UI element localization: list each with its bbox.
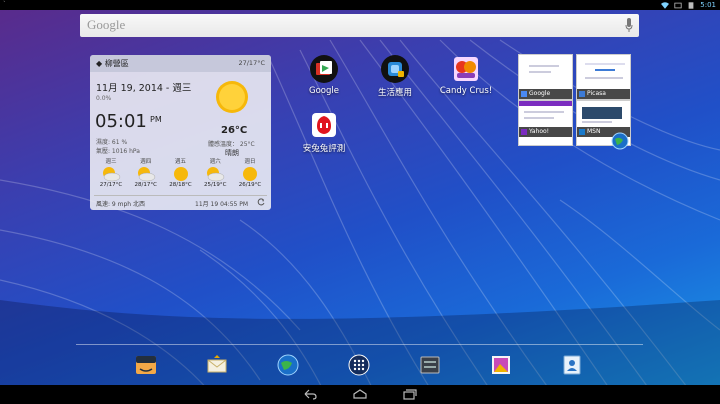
app-label: 安兔兔評測 <box>302 144 346 154</box>
home-icon[interactable] <box>352 389 368 400</box>
sun-icon <box>243 167 257 181</box>
forecast-day: 週五 28/18°C <box>169 159 192 188</box>
navigation-bar <box>0 385 720 404</box>
cloudy-sun-icon <box>207 167 225 182</box>
contacts-icon[interactable] <box>561 354 583 376</box>
bookmark-favicon-icon <box>579 91 585 97</box>
status-indicator: ` <box>3 1 6 8</box>
weather-updated: 11月 19 04:55 PM <box>195 201 249 208</box>
bookmark-title: Google <box>529 90 551 97</box>
battery-icon <box>688 1 694 9</box>
weather-wind: 風速: 9 mph 北西 <box>96 201 146 208</box>
weather-location[interactable]: ◆ 柳營區 <box>96 58 129 69</box>
amazon-icon[interactable] <box>135 354 157 376</box>
bookmark-title: Picasa <box>587 90 606 97</box>
google-folder-icon <box>310 55 338 83</box>
bookmark-thumbnail[interactable]: Picasa <box>576 54 631 100</box>
app-life-apps-folder[interactable]: 生活應用 <box>360 54 430 98</box>
mic-icon[interactable] <box>625 18 633 33</box>
bookmark-favicon-icon <box>521 91 527 97</box>
weather-widget[interactable]: ◆ 柳營區 27/17°C 11月 19, 2014 - 週三 0.0% 05:… <box>90 55 271 210</box>
app-candy-crush[interactable]: Candy Crus! <box>431 54 501 96</box>
weather-humidity: 濕度: 61 % <box>96 139 128 146</box>
weather-ampm: PM <box>150 115 162 124</box>
forecast-day: 週日 26/19°C <box>238 159 262 188</box>
gallery-icon[interactable] <box>490 354 512 376</box>
weather-date: 11月 19, 2014 - 週三 <box>96 83 192 94</box>
settings-icon[interactable] <box>419 354 441 376</box>
bookmark-favicon-icon <box>579 129 585 135</box>
weather-feels-like: 體感溫度： 25°C <box>208 141 255 148</box>
forecast-day: 週六 25/19°C <box>204 159 227 188</box>
cloudy-sun-icon <box>137 167 155 182</box>
dock-divider <box>76 344 643 345</box>
refresh-icon[interactable] <box>257 198 265 206</box>
google-logo: Google <box>87 17 126 32</box>
browser-globe-icon[interactable] <box>277 354 299 376</box>
app-label: Candy Crus! <box>439 86 493 96</box>
browser-globe-icon <box>611 132 629 150</box>
bookmark-thumbnail[interactable]: Google <box>518 54 573 100</box>
antutu-icon <box>312 113 336 137</box>
forecast-day: 週四 28/17°C <box>134 159 157 188</box>
app-antutu[interactable]: 安兔兔評測 <box>289 110 359 154</box>
cloudy-sun-icon <box>103 167 121 182</box>
status-bar: ` 5:01 <box>0 0 720 10</box>
all-apps-icon[interactable] <box>348 354 370 376</box>
screenshot-icon <box>674 2 682 8</box>
sun-icon <box>216 81 248 113</box>
wifi-icon <box>661 1 670 9</box>
weather-rain: 0.0% <box>96 95 112 102</box>
app-label: Google <box>309 86 339 96</box>
google-search-bar[interactable]: Google <box>80 14 639 37</box>
bookmark-title: Yahoo! <box>529 128 550 135</box>
life-apps-folder-icon <box>381 55 409 83</box>
sun-icon <box>173 167 188 181</box>
weather-time: 05:01 <box>95 111 147 132</box>
weather-condition: 晴朗 <box>225 149 239 157</box>
bookmark-title: MSN <box>587 128 601 135</box>
candy-crush-icon <box>454 57 478 81</box>
clock: 5:01 <box>700 1 716 9</box>
back-icon[interactable] <box>302 389 318 400</box>
email-icon[interactable] <box>206 354 228 376</box>
weather-pressure: 氣壓: 1016 hPa <box>96 148 140 155</box>
weather-temp-range: 27/17°C <box>238 59 265 67</box>
weather-forecast: 週三 27/17°C 週四 28/17°C 週五 28/18°C 週六 25/1… <box>94 159 267 191</box>
weather-divider <box>94 195 267 196</box>
weather-current-temp: 26°C <box>221 125 248 136</box>
forecast-day: 週三 27/17°C <box>99 159 123 188</box>
app-google-folder[interactable]: Google <box>289 54 359 96</box>
app-label: 生活應用 <box>377 88 412 98</box>
recents-icon[interactable] <box>402 389 418 400</box>
bookmark-favicon-icon <box>521 129 527 135</box>
bookmark-thumbnail[interactable]: Yahoo! <box>518 100 573 146</box>
